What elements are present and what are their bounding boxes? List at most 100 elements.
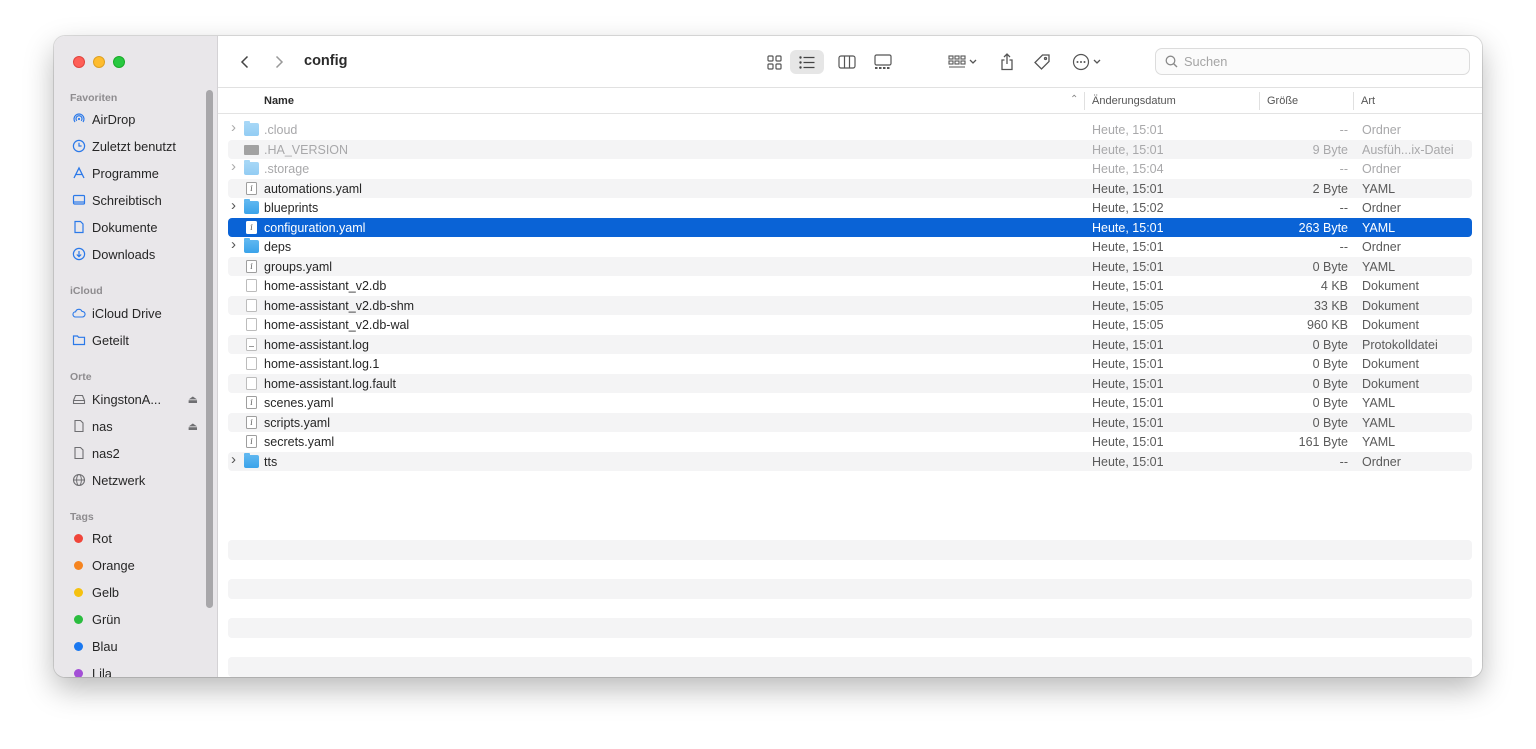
zoom-window-button[interactable] [113,56,125,68]
file-name: home-assistant.log.1 [264,357,380,371]
file-row[interactable]: home-assistant_v2.db Heute, 15:01 4 KB Doku… [228,276,1472,296]
back-button[interactable] [234,51,256,73]
folder-row[interactable]: › deps Heute, 15:01 -- Ordner [228,236,1472,257]
folder-row[interactable]: › .cloud Heute, 15:01 -- Ordner [228,119,1472,140]
file-size: 161 Byte [1298,435,1348,449]
document-icon [246,298,257,312]
folder-row[interactable]: › .storage Heute, 15:04 -- Ordner [228,158,1472,179]
icon-view-button[interactable] [760,50,788,74]
file-name: groups.yaml [264,259,333,274]
file-kind: Dokument [1362,376,1419,391]
list-view-button[interactable] [790,50,824,74]
search-field[interactable] [1155,48,1470,75]
file-kind: Ordner [1362,123,1401,137]
gallery-view-button[interactable] [868,50,898,74]
file-row[interactable]: home-assistant_v2.db-wal Heute, 15:05 960 … [228,315,1472,335]
column-size-header[interactable]: Größe [1267,95,1298,107]
file-row[interactable]: home-assistant.log.1 Heute, 15:01 0 Byte Do… [228,354,1472,374]
file-row[interactable]: i scenes.yaml Heute, 15:01 0 Byte YAML [228,393,1472,413]
sidebar-item-kingston[interactable]: KingstonA... ⏏ [72,388,212,410]
eject-icon[interactable]: ⏏ [188,393,198,406]
download-icon [72,247,86,261]
minimize-window-button[interactable] [93,56,105,68]
folder-icon [244,238,259,253]
sidebar-item-applications[interactable]: Programme [72,162,212,184]
sidebar-tag-green[interactable]: Grün [72,608,212,630]
empty-row [228,579,1472,599]
search-input[interactable] [1184,54,1444,69]
sidebar-tag-purple[interactable]: Lila [72,662,212,677]
column-header: Name ⌃ Änderungsdatum Größe Art [218,88,1482,114]
sidebar-item-label: Rot [92,530,112,546]
folder-icon [244,121,259,136]
file-row[interactable]: i scripts.yaml Heute, 15:01 0 Byte YAML [228,412,1472,432]
column-kind-header[interactable]: Art [1361,95,1375,107]
file-name: secrets.yaml [264,435,335,449]
column-view-button[interactable] [832,50,862,74]
sidebar-item-label: nas [92,418,113,434]
sidebar-scrollbar[interactable] [206,90,213,608]
share-button[interactable] [996,50,1018,74]
group-by-button[interactable] [942,50,984,74]
sidebar-item-downloads[interactable]: Downloads [72,243,212,265]
eject-icon[interactable]: ⏏ [188,420,198,433]
folder-row[interactable]: › tts Heute, 15:01 -- Ordner [228,451,1472,471]
sidebar-item-label: Schreibtisch [92,192,162,208]
file-row[interactable]: home-assistant_v2.db-shm Heute, 15:05 33 K… [228,295,1472,315]
forward-button[interactable] [268,51,290,73]
file-row[interactable]: home-assistant.log.fault Heute, 15:01 0 By… [228,373,1472,393]
sidebar-tag-blue[interactable]: Blau [72,635,212,657]
disclosure-chevron-icon[interactable]: › [231,158,236,175]
column-divider[interactable] [1259,92,1260,110]
file-size: 960 KB [1306,318,1348,332]
sidebar-item-network[interactable]: Netzwerk [72,469,212,491]
column-divider[interactable] [1084,92,1085,110]
column-date-header[interactable]: Änderungsdatum [1092,95,1176,107]
sort-chevron-icon[interactable]: ⌃ [1070,94,1078,105]
sidebar-item-documents[interactable]: Dokumente [72,216,212,238]
sidebar-item-label: iCloud Drive [92,305,162,321]
file-row[interactable]: home-assistant.log Heute, 15:01 0 Byte Prot… [228,334,1472,354]
column-divider[interactable] [1353,92,1354,110]
sidebar-item-nas[interactable]: nas ⏏ [72,415,212,437]
window-controls [73,56,125,68]
file-date: Heute, 15:01 [1092,376,1164,391]
file-date: Heute, 15:01 [1092,181,1164,196]
file-date: Heute, 15:04 [1092,162,1164,176]
file-size: -- [1339,454,1348,469]
folder-row[interactable]: › blueprints Heute, 15:02 -- Ordner [228,197,1472,218]
more-actions-button[interactable] [1070,50,1106,74]
sidebar-item-shared[interactable]: Geteilt [72,329,212,351]
file-row[interactable]: i secrets.yaml Heute, 15:01 161 Byte YAML [228,432,1472,452]
file-row[interactable]: i configuration.yaml Heute, 15:01 263 Byte Y… [228,217,1472,237]
file-kind: Dokument [1362,318,1419,332]
disclosure-chevron-icon[interactable]: › [231,197,236,214]
sidebar-item-label: Grün [92,611,121,627]
file-row[interactable]: .HA_VERSION Heute, 15:01 9 Byte Ausfüh...ix… [228,139,1472,159]
sidebar-item-icloud-drive[interactable]: iCloud Drive [72,302,212,324]
column-name-header[interactable]: Name [264,95,294,107]
disclosure-chevron-icon[interactable]: › [231,119,236,136]
sidebar-item-nas2[interactable]: nas2 [72,442,212,464]
sidebar-item-recents[interactable]: Zuletzt benutzt [72,135,212,157]
file-rows: › .cloud Heute, 15:01 -- Ordner .HA_VERSION He… [228,119,1472,471]
sidebar-tag-orange[interactable]: Orange [72,554,212,576]
tag-button[interactable] [1030,50,1054,74]
yaml-file-icon: i [246,435,257,448]
sidebar-tag-red[interactable]: Rot [72,527,212,549]
gallery-view-icon [874,54,892,69]
sidebar-item-desktop[interactable]: Schreibtisch [72,189,212,211]
file-date: Heute, 15:01 [1092,396,1164,410]
close-window-button[interactable] [73,56,85,68]
file-row[interactable]: i automations.yaml Heute, 15:01 2 Byte YAML [228,178,1472,198]
file-name: configuration.yaml [264,220,366,235]
disclosure-chevron-icon[interactable]: › [231,236,236,253]
sidebar-item-label: Programme [92,165,159,181]
window-title: config [304,53,348,69]
file-row[interactable]: i groups.yaml Heute, 15:01 0 Byte YAML [228,256,1472,276]
sidebar-tag-yellow[interactable]: Gelb [72,581,212,603]
file-size: -- [1339,240,1348,254]
file-size: -- [1339,201,1348,215]
disclosure-chevron-icon[interactable]: › [231,451,236,468]
sidebar-item-airdrop[interactable]: AirDrop [72,108,212,130]
